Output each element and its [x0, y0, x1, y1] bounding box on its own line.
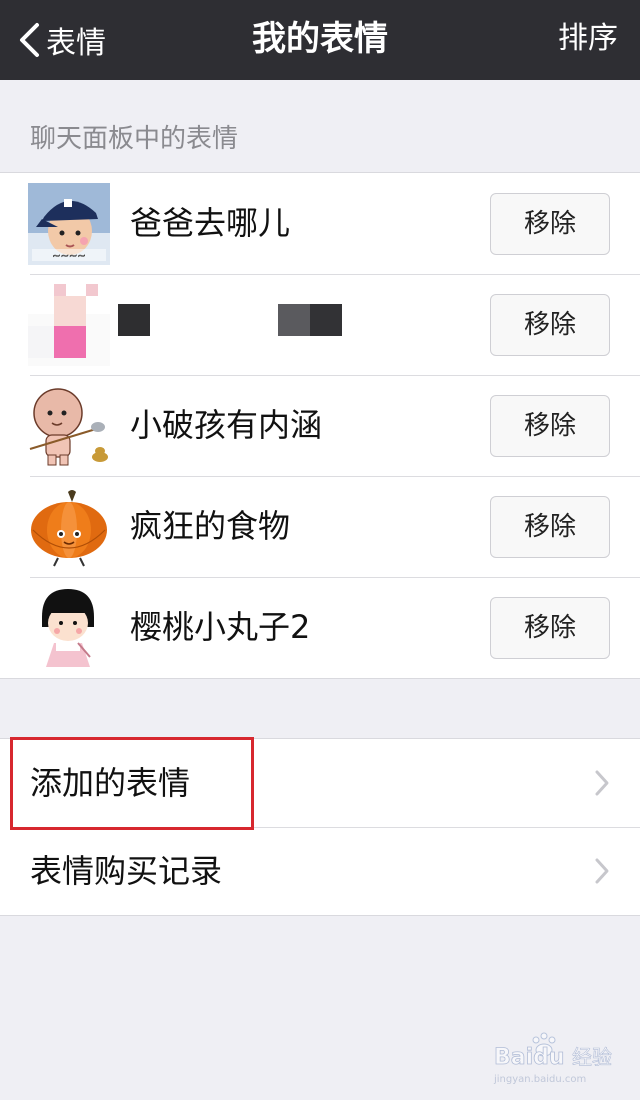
baidu-watermark: Baidu 经验 jingyan.baidu.com — [490, 1028, 620, 1088]
menu-label: 表情购买记录 — [30, 852, 223, 890]
section-header: 聊天面板中的表情 — [30, 124, 239, 154]
back-label: 表情 — [46, 26, 106, 61]
svg-text:~~~~: ~~~~ — [52, 251, 86, 262]
remove-button[interactable]: 移除 — [490, 496, 610, 558]
list-item: ~~~~ 爸爸去哪儿 移除 — [0, 173, 640, 274]
pixel-block — [310, 304, 342, 336]
remove-button[interactable]: 移除 — [490, 193, 610, 255]
bald-kid-sticker-icon — [28, 385, 110, 467]
list-item: 疯狂的食物 移除 — [0, 476, 640, 577]
chevron-right-icon — [595, 770, 609, 796]
sticker-list: ~~~~ 爸爸去哪儿 移除 移除 小破孩有内涵 移除 疯狂的食物 移除 樱桃小丸… — [0, 172, 640, 679]
sticker-name: 疯狂的食物 — [130, 507, 291, 545]
remove-button[interactable]: 移除 — [490, 395, 610, 457]
navigation-bar: 表情 我的表情 排序 — [0, 0, 640, 80]
purchase-history-item[interactable]: 表情购买记录 — [0, 827, 640, 915]
chevron-right-icon — [595, 858, 609, 884]
watermark-text: 经验 — [572, 1045, 612, 1069]
pumpkin-sticker-icon — [28, 486, 110, 568]
watermark-brand: Baidu — [494, 1045, 565, 1070]
menu-label: 添加的表情 — [30, 764, 191, 802]
menu-list: 添加的表情 表情购买记录 — [0, 738, 640, 916]
list-item: 移除 — [0, 274, 640, 375]
remove-button[interactable]: 移除 — [490, 597, 610, 659]
maruko-sticker-icon — [28, 587, 110, 669]
pixel-block — [118, 304, 150, 336]
pixelated-sticker-icon — [22, 282, 110, 366]
sticker-name: 小破孩有内涵 — [130, 406, 323, 444]
list-item: 樱桃小丸子2 移除 — [0, 577, 640, 678]
back-button[interactable]: 表情 — [18, 18, 106, 62]
sort-button[interactable]: 排序 — [558, 0, 618, 80]
chevron-left-icon — [20, 23, 39, 57]
sticker-name: 樱桃小丸子2 — [130, 608, 311, 646]
remove-button[interactable]: 移除 — [490, 294, 610, 356]
pixel-block — [278, 304, 310, 336]
list-item: 小破孩有内涵 移除 — [0, 375, 640, 476]
added-stickers-item[interactable]: 添加的表情 — [0, 739, 640, 827]
sticker-name: 爸爸去哪儿 — [130, 204, 291, 242]
watermark-url: jingyan.baidu.com — [493, 1074, 586, 1085]
boy-in-cap-sticker-icon: ~~~~ — [28, 183, 110, 265]
